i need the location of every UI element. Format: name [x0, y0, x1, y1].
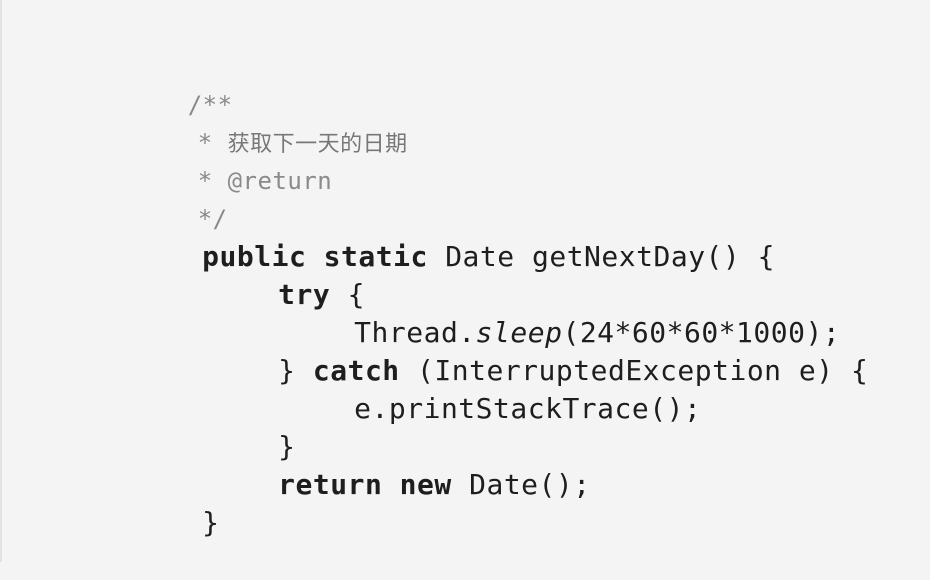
keyword-return: return [278, 468, 383, 501]
javadoc-star: * [197, 129, 213, 157]
javadoc-return-tag: @return [227, 167, 333, 195]
catch-rest: (InterruptedException e) { [417, 354, 869, 387]
try-brace: { [347, 278, 365, 311]
javadoc-open: /** [98, 48, 898, 119]
keyword-new: new [399, 468, 452, 501]
return-rest: Date(); [469, 468, 591, 501]
sleep-prefix: Thread. [354, 316, 476, 349]
code-screenshot: /** * 获取下一天的日期 * @return */ public stati… [0, 0, 930, 562]
keyword-catch: catch [312, 354, 400, 387]
signature-rest: Date getNextDay() { [445, 240, 775, 273]
print-stack-statement: e.printStackTrace(); [354, 392, 702, 425]
keyword-try: try [278, 278, 331, 311]
code-block: /** * 获取下一天的日期 * @return */ public stati… [98, 48, 898, 539]
keyword-public: public [202, 240, 307, 273]
catch-open-brace: } [278, 354, 296, 387]
sleep-method: sleep [475, 316, 563, 349]
javadoc-open-text: /** [187, 91, 233, 119]
javadoc-close-text: */ [197, 205, 228, 233]
sleep-args: (24*60*60*1000); [562, 316, 841, 349]
keyword-static: static [323, 240, 428, 273]
method-close-brace: } [202, 506, 220, 539]
javadoc-description: 获取下一天的日期 [227, 132, 408, 157]
javadoc-star: * [197, 167, 213, 195]
catch-close-brace: } [278, 430, 296, 463]
